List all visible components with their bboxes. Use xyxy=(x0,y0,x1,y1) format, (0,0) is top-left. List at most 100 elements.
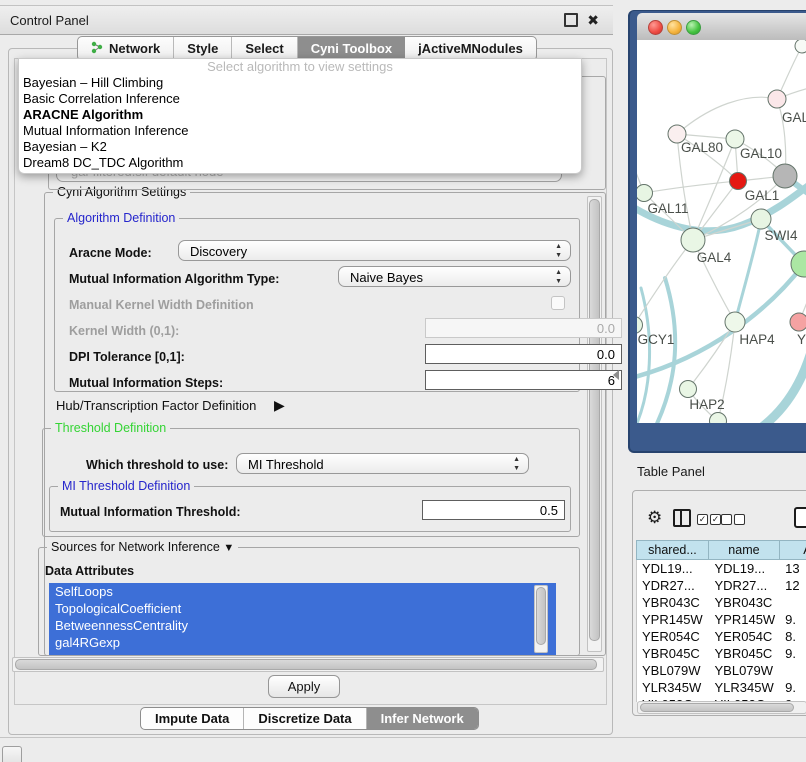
table-row[interactable]: YBR043CYBR043C xyxy=(637,594,806,611)
network-node[interactable] xyxy=(681,228,705,252)
tab-impute-data[interactable]: Impute Data xyxy=(141,708,244,729)
tab-infer-network[interactable]: Infer Network xyxy=(367,708,478,729)
stepper-icon: ▲▼ xyxy=(555,268,562,286)
float-window-icon[interactable] xyxy=(564,13,578,27)
network-edge[interactable] xyxy=(735,220,761,322)
network-node[interactable] xyxy=(725,312,745,332)
collapse-arrow-icon: ▼ xyxy=(223,542,234,554)
network-window-titlebar[interactable] xyxy=(637,13,806,41)
network-node[interactable] xyxy=(790,313,806,331)
attribute-item[interactable]: gal4RGexp xyxy=(49,634,556,651)
hub-definition-label[interactable]: Hub/Transcription Factor Definition xyxy=(56,398,256,413)
tab-discretize-data[interactable]: Discretize Data xyxy=(244,708,366,729)
table-cell: YLR345W xyxy=(637,679,710,696)
aracne-mode-combo[interactable]: Discovery ▲▼ xyxy=(178,240,571,261)
network-node[interactable] xyxy=(710,413,727,424)
table-row[interactable]: YBL079WYBL079W xyxy=(637,662,806,679)
dropdown-item[interactable]: Mutual Information Inference xyxy=(19,123,581,139)
table-row[interactable]: YDR27...YDR27...12 xyxy=(637,577,806,594)
node-table[interactable]: shared...nameA YDL19...YDL19...13YDR27..… xyxy=(636,540,806,702)
table-cell: YBL079W xyxy=(637,662,710,679)
dpi-tolerance-field[interactable] xyxy=(425,344,622,364)
dropdown-item[interactable]: Bayesian – K2 xyxy=(19,139,581,155)
tab-network[interactable]: Network xyxy=(78,37,174,60)
table-cell: 9. xyxy=(780,679,806,696)
table-row[interactable]: YLR345WYLR345W9. xyxy=(637,679,806,696)
dropdown-item[interactable]: ARACNE Algorithm xyxy=(19,107,581,123)
attribute-item[interactable]: TopologicalCoefficient xyxy=(49,600,556,617)
dropdown-item[interactable]: Dream8 DC_TDC Algorithm xyxy=(19,155,581,171)
split-columns-icon[interactable] xyxy=(673,509,691,527)
tab-jactivemnodules[interactable]: jActiveMNodules xyxy=(405,37,536,60)
network-node[interactable] xyxy=(730,173,747,190)
table-hscrollbar[interactable] xyxy=(637,701,806,714)
algorithm-definition-group: Algorithm Definition Aracne Mode: Discov… xyxy=(54,218,580,392)
network-node[interactable] xyxy=(637,317,643,334)
panel-splitter-handle[interactable] xyxy=(613,370,619,380)
sources-title[interactable]: Sources for Network Inference ▼ xyxy=(47,540,238,554)
tab-cyni-toolbox[interactable]: Cyni Toolbox xyxy=(298,37,405,60)
mi-threshold-field[interactable] xyxy=(422,500,565,520)
close-traffic-light-icon[interactable] xyxy=(648,20,663,35)
data-attributes-list[interactable]: SelfLoopsTopologicalCoefficientBetweenne… xyxy=(49,583,556,655)
table-cell: YPR145W xyxy=(637,611,710,628)
mini-corner-button[interactable] xyxy=(2,746,22,762)
table-cell: YBR045C xyxy=(710,645,781,662)
table-cell: YER054C xyxy=(637,628,710,645)
network-edge[interactable] xyxy=(644,181,738,193)
table-header[interactable]: shared...nameA xyxy=(636,540,806,560)
network-node[interactable] xyxy=(768,90,786,108)
settings-vscrollbar[interactable] xyxy=(587,196,602,652)
table-row[interactable]: YBR045CYBR045C9. xyxy=(637,645,806,662)
network-node-label: SWI4 xyxy=(764,228,797,243)
tab-select[interactable]: Select xyxy=(232,37,297,60)
network-edge[interactable] xyxy=(637,264,804,378)
mi-steps-field[interactable] xyxy=(425,370,622,390)
table-row[interactable]: YDL19...YDL19...13 xyxy=(637,560,806,577)
attribute-item[interactable]: BetweennessCentrality xyxy=(49,617,556,634)
network-edge[interactable] xyxy=(677,97,777,134)
expand-arrow-icon[interactable]: ▶ xyxy=(274,397,285,414)
network-node[interactable] xyxy=(773,164,797,188)
table-cell: 9. xyxy=(780,645,806,662)
which-threshold-combo[interactable]: MI Threshold ▲▼ xyxy=(236,453,529,474)
dropdown-hint: Select algorithm to view settings xyxy=(19,59,581,75)
network-node-label: GAL11 xyxy=(647,201,688,216)
mi-type-combo[interactable]: Naive Bayes ▲▼ xyxy=(338,266,571,287)
apply-button[interactable]: Apply xyxy=(268,675,340,698)
zoom-traffic-light-icon[interactable] xyxy=(686,20,701,35)
kernel-width-field[interactable] xyxy=(425,318,622,338)
manual-kernel-checkbox[interactable] xyxy=(551,296,565,310)
minimize-traffic-light-icon[interactable] xyxy=(667,20,682,35)
table-header-cell[interactable]: A xyxy=(780,540,806,560)
table-rows[interactable]: YDL19...YDL19...13YDR27...YDR27...12YBR0… xyxy=(636,560,806,702)
network-edge[interactable] xyxy=(755,345,806,423)
close-icon[interactable]: ✖ xyxy=(587,15,599,25)
gear-icon[interactable]: ⚙ xyxy=(647,508,662,528)
dropdown-item[interactable]: Bayesian – Hill Climbing xyxy=(19,75,581,91)
network-node[interactable] xyxy=(680,381,697,398)
deselect-all-icon[interactable] xyxy=(721,511,747,529)
network-edge[interactable] xyxy=(637,288,650,423)
attribute-item[interactable] xyxy=(49,651,556,655)
table-header-cell[interactable]: name xyxy=(709,540,780,560)
network-node[interactable] xyxy=(795,40,806,53)
settings-hscrollbar[interactable] xyxy=(12,657,604,672)
tab-label: Network xyxy=(109,41,160,56)
file-icon[interactable] xyxy=(794,507,806,528)
table-panel-title: Table Panel xyxy=(637,464,705,479)
network-edge[interactable] xyxy=(653,278,675,423)
tab-style[interactable]: Style xyxy=(174,37,232,60)
table-row[interactable]: YER054CYER054C8. xyxy=(637,628,806,645)
table-row[interactable]: YPR145WYPR145W9. xyxy=(637,611,806,628)
attributes-vscrollbar[interactable] xyxy=(534,585,548,653)
which-threshold-label: Which threshold to use: xyxy=(86,458,228,472)
select-all-icon[interactable]: ✓✓ xyxy=(697,511,723,529)
network-canvas[interactable]: GALGAL80GAL10GAL1GAL11SWI4GAL4GCY1HAP4YH… xyxy=(637,40,806,423)
table-header-cell[interactable]: shared... xyxy=(636,540,709,560)
attribute-item[interactable]: SelfLoops xyxy=(49,583,556,600)
mi-threshold-label: Mutual Information Threshold: xyxy=(60,505,241,519)
dropdown-item[interactable]: Basic Correlation Inference xyxy=(19,91,581,107)
network-node[interactable] xyxy=(637,185,653,202)
network-node[interactable] xyxy=(751,209,771,229)
